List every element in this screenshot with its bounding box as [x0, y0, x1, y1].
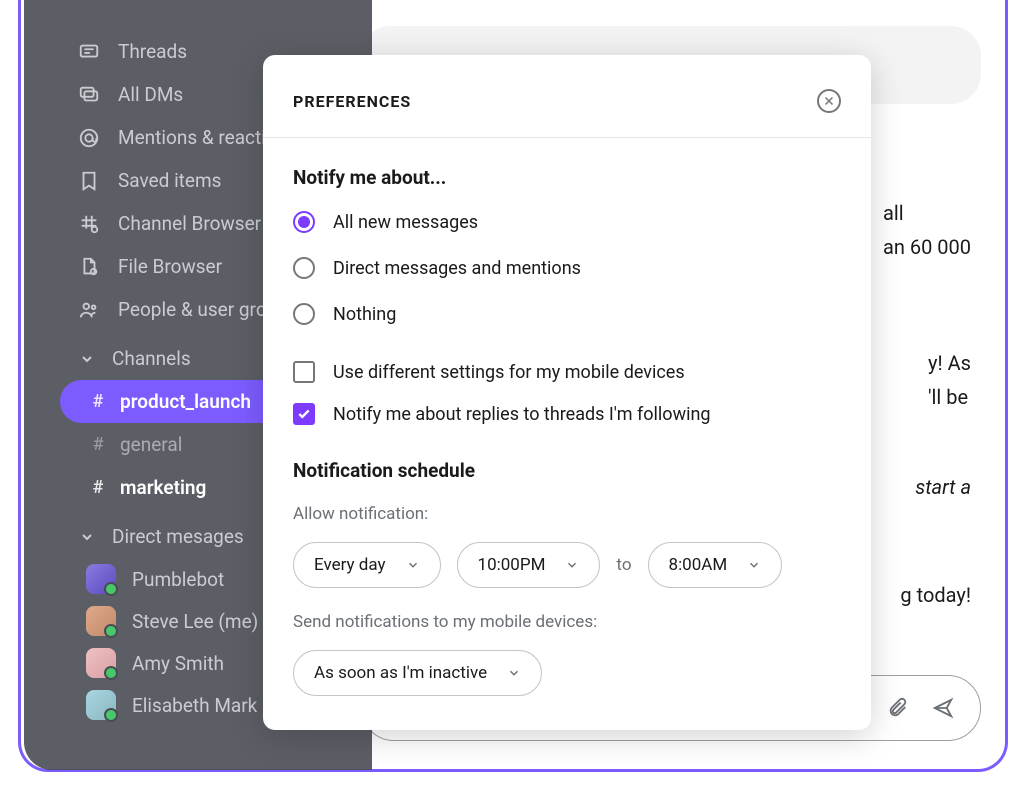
message-fragment-4: g today! [900, 578, 971, 612]
mentions-icon [78, 127, 100, 149]
modal-header: PREFERENCES [263, 55, 871, 138]
nav-label: Threads [118, 40, 187, 63]
chevron-down-icon [76, 348, 98, 370]
file-browser-icon [78, 256, 100, 278]
allow-notification-label: Allow notification: [293, 504, 841, 524]
modal-title: PREFERENCES [293, 92, 411, 111]
radio-label: All new messages [333, 212, 478, 233]
checkbox-label: Notify me about replies to threads I'm f… [333, 404, 711, 425]
hash-icon: # [90, 434, 106, 455]
schedule-row: Every day 10:00PM to 8:00AM [293, 542, 841, 588]
nav-label: All DMs [118, 83, 183, 106]
notify-heading: Notify me about... [293, 166, 841, 189]
nav-label: File Browser [118, 255, 222, 278]
preferences-modal: PREFERENCES Notify me about... All new m… [263, 55, 871, 730]
hash-icon: # [90, 477, 106, 498]
checkbox-thread-replies[interactable]: Notify me about replies to threads I'm f… [293, 403, 841, 425]
dropdown-value: Every day [314, 555, 386, 575]
checkbox-input[interactable] [293, 403, 315, 425]
chevron-down-icon [747, 558, 761, 572]
radio-input[interactable] [293, 257, 315, 279]
checkbox-label: Use different settings for my mobile dev… [333, 362, 685, 383]
to-label: to [616, 555, 631, 575]
channel-browser-icon [78, 213, 100, 235]
dms-icon [78, 84, 100, 106]
threads-icon [78, 41, 100, 63]
radio-input[interactable] [293, 211, 315, 233]
dm-label: Pumblebot [132, 568, 224, 591]
dm-label: Elisabeth Mark [132, 694, 257, 717]
people-icon [78, 299, 100, 321]
radio-nothing[interactable]: Nothing [293, 303, 841, 325]
mobile-notifications-label: Send notifications to my mobile devices: [293, 612, 841, 632]
message-fragment-2: y! As 'll be [928, 346, 971, 414]
nav-label: Saved items [118, 169, 221, 192]
avatar [86, 690, 116, 720]
channel-label: marketing [120, 476, 206, 499]
day-dropdown[interactable]: Every day [293, 542, 441, 588]
start-time-dropdown[interactable]: 10:00PM [457, 542, 601, 588]
avatar [86, 564, 116, 594]
close-button[interactable] [817, 89, 841, 113]
modal-body: Notify me about... All new messages Dire… [263, 138, 871, 730]
bookmark-icon [78, 170, 100, 192]
hash-icon: # [90, 391, 106, 412]
message-fragment-1: all an 60 000 [883, 196, 971, 264]
dropdown-value: As soon as I'm inactive [314, 663, 487, 683]
dm-label: Amy Smith [132, 652, 224, 675]
dropdown-value: 8:00AM [669, 555, 728, 575]
checkbox-input[interactable] [293, 361, 315, 383]
chevron-down-icon [406, 558, 420, 572]
avatar [86, 648, 116, 678]
radio-label: Direct messages and mentions [333, 258, 581, 279]
radio-dm-mentions[interactable]: Direct messages and mentions [293, 257, 841, 279]
radio-label: Nothing [333, 304, 396, 325]
chevron-down-icon [76, 526, 98, 548]
mobile-dropdown[interactable]: As soon as I'm inactive [293, 650, 542, 696]
channel-label: general [120, 433, 182, 456]
channel-label: product_launch [120, 390, 251, 413]
send-icon[interactable] [932, 697, 954, 719]
attachment-icon[interactable] [886, 697, 908, 719]
chevron-down-icon [565, 558, 579, 572]
nav-label: Channel Browser [118, 212, 261, 235]
radio-all-new-messages[interactable]: All new messages [293, 211, 841, 233]
dropdown-value: 10:00PM [478, 555, 546, 575]
message-fragment-3: start a [915, 470, 971, 504]
avatar [86, 606, 116, 636]
end-time-dropdown[interactable]: 8:00AM [648, 542, 783, 588]
checkbox-mobile-settings[interactable]: Use different settings for my mobile dev… [293, 361, 841, 383]
schedule-heading: Notification schedule [293, 459, 841, 482]
radio-input[interactable] [293, 303, 315, 325]
dm-label: Steve Lee (me) [132, 610, 258, 633]
section-label: Direct mesages [112, 525, 244, 548]
section-label: Channels [112, 347, 191, 370]
chevron-down-icon [507, 666, 521, 680]
